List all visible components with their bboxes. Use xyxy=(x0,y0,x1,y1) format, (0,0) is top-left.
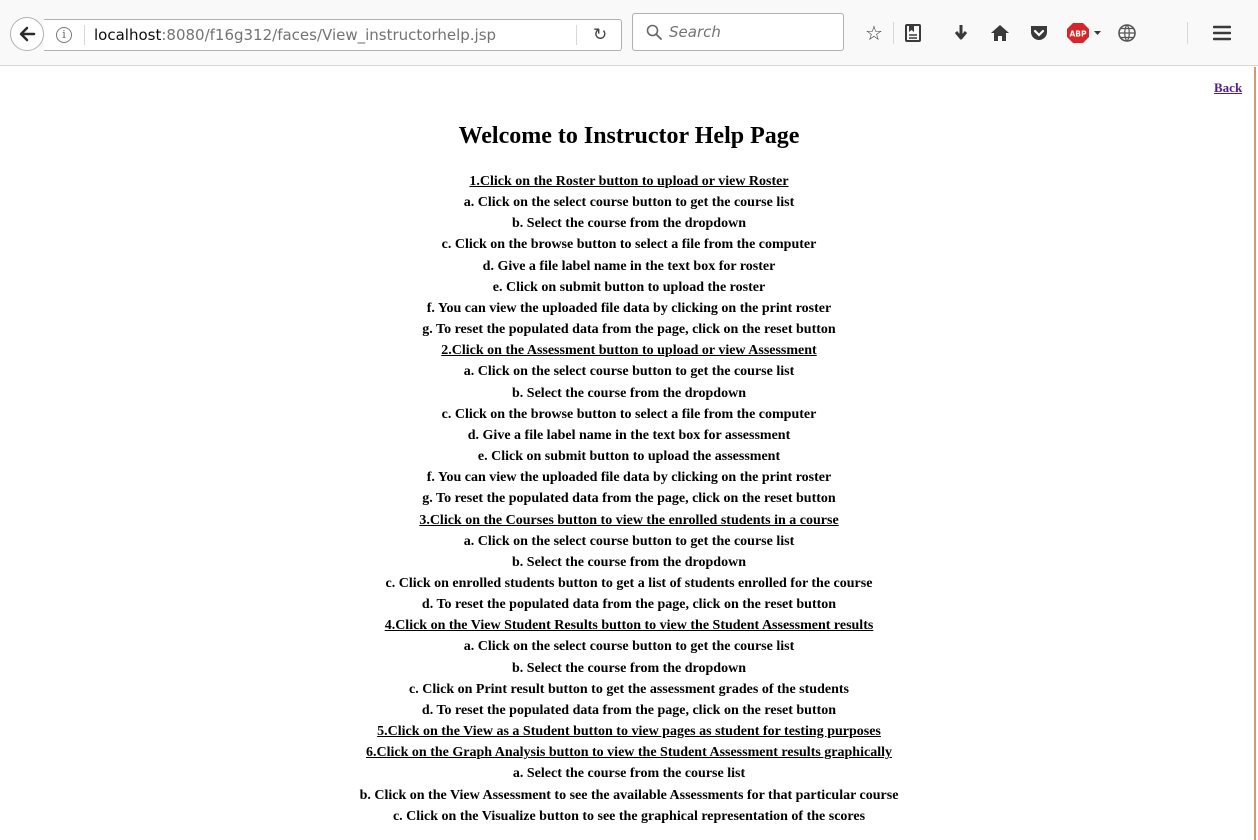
url-text[interactable]: localhost:8080/f16g312/faces/View_instru… xyxy=(94,20,496,50)
page-title: Welcome to Instructor Help Page xyxy=(458,123,800,149)
help-step: c. Click on the browse button to select … xyxy=(441,406,817,422)
bookmarks-library-icon[interactable] xyxy=(899,19,927,47)
back-link[interactable]: Back xyxy=(1214,80,1242,96)
help-step: c. Click on Print result button to get t… xyxy=(409,681,849,697)
help-step: f. You can view the uploaded file data b… xyxy=(426,300,832,316)
download-icon[interactable] xyxy=(947,19,975,47)
help-step: a. Select the course from the course lis… xyxy=(512,766,746,782)
help-section-heading: 4.Click on the View Student Results butt… xyxy=(384,618,874,634)
help-step: g. To reset the populated data from the … xyxy=(422,322,836,338)
pocket-icon[interactable] xyxy=(1025,19,1053,47)
help-step: b. Select the course from the dropdown xyxy=(512,660,746,676)
hamburger-menu-icon[interactable] xyxy=(1208,19,1236,47)
help-section-heading: 2.Click on the Assessment button to uplo… xyxy=(441,343,817,359)
help-step: a. Click on the select course button to … xyxy=(463,364,795,380)
help-section-heading: 1.Click on the Roster button to upload o… xyxy=(469,174,789,189)
adblock-label: ABP xyxy=(1069,30,1087,39)
help-step: d. Give a file label name in the text bo… xyxy=(482,258,776,274)
adblock-plus-icon[interactable]: ABP xyxy=(1064,19,1104,47)
url-divider xyxy=(84,25,85,45)
back-arrow-button[interactable] xyxy=(10,17,44,51)
help-step: c. Click on enrolled students button to … xyxy=(385,575,873,591)
back-arrow-icon xyxy=(19,26,36,42)
help-step: a. Click on the select course button to … xyxy=(463,639,795,655)
help-section-heading: 6.Click on the Graph Analysis button to … xyxy=(366,745,892,761)
help-step: d. To reset the populated data from the … xyxy=(421,702,837,718)
url-host: localhost xyxy=(94,26,162,44)
help-step: b. Select the course from the dropdown xyxy=(512,385,746,401)
help-step: e. Click on submit button to upload the … xyxy=(477,449,781,465)
bookmark-star-icon[interactable]: ☆ xyxy=(860,19,888,47)
toolbar-divider xyxy=(893,22,894,44)
help-step: g. To reset the populated data from the … xyxy=(422,491,836,507)
help-step: c. Click on the browse button to select … xyxy=(441,237,817,253)
help-step: c. Click on the Visualize button to see … xyxy=(392,808,866,824)
browser-toolbar: i localhost:8080/f16g312/faces/View_inst… xyxy=(0,0,1258,66)
url-path: :8080/f16g312/faces/View_instructorhelp.… xyxy=(161,26,497,44)
help-step: f. You can view the uploaded file data b… xyxy=(426,470,832,486)
help-step: a. Click on the select course button to … xyxy=(463,195,795,211)
help-step: d. To reset the populated data from the … xyxy=(421,597,837,613)
help-step: e. Click on submit button to upload the … xyxy=(492,279,766,295)
home-icon[interactable] xyxy=(986,19,1014,47)
search-icon xyxy=(646,24,662,40)
search-placeholder: Search xyxy=(669,23,721,41)
toolbar-divider-2 xyxy=(1187,22,1188,44)
help-section-heading: 3.Click on the Courses button to view th… xyxy=(419,512,839,528)
reload-icon[interactable]: ↻ xyxy=(593,20,607,50)
help-step: a. Click on the select course button to … xyxy=(463,533,795,549)
help-instructions-list: 1.Click on the Roster button to upload o… xyxy=(0,171,1258,827)
help-step: b. Select the course from the dropdown xyxy=(512,554,746,570)
help-section-heading: 5.Click on the View as a Student button … xyxy=(377,724,881,740)
url-divider-2 xyxy=(576,25,577,45)
globe-extension-icon[interactable] xyxy=(1113,19,1141,47)
help-step: b. Click on the View Assessment to see t… xyxy=(359,787,899,803)
url-bar[interactable]: i localhost:8080/f16g312/faces/View_inst… xyxy=(44,19,622,51)
help-step: d. Give a file label name in the text bo… xyxy=(467,427,791,443)
help-step: b. Select the course from the dropdown xyxy=(512,216,746,232)
info-icon[interactable]: i xyxy=(56,27,72,43)
search-input[interactable]: Search xyxy=(632,13,844,51)
